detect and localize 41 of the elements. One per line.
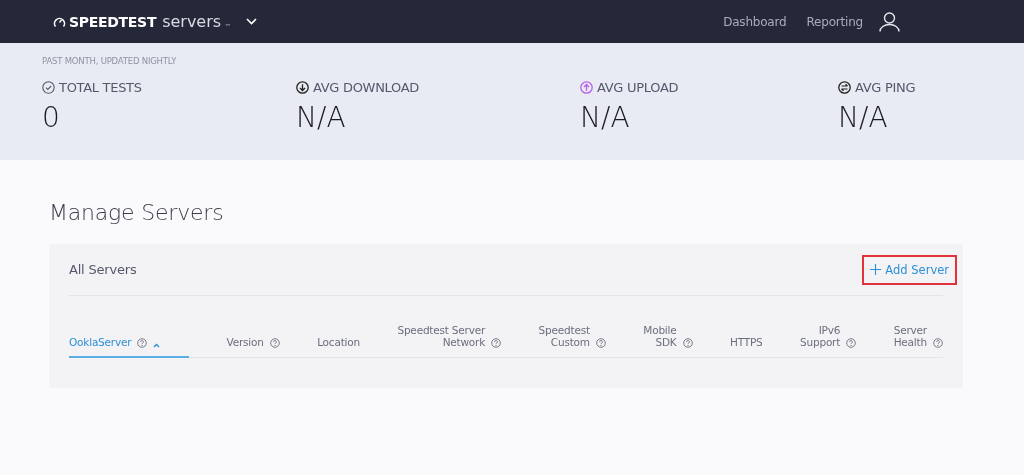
help-icon[interactable] xyxy=(269,338,280,348)
ping-icon xyxy=(838,81,851,94)
product-name: servers xyxy=(162,12,222,31)
stats-caption: PAST MONTH, UPDATED NIGHTLY xyxy=(42,56,178,66)
help-icon[interactable] xyxy=(491,338,502,348)
help-icon[interactable] xyxy=(137,338,148,348)
brand-name: SPEEDTEST xyxy=(69,13,157,30)
page-title: Manage Servers xyxy=(49,200,225,225)
stat-value: N/A xyxy=(296,101,346,134)
panel-title: All Servers xyxy=(69,262,137,277)
stat-label: AVG DOWNLOAD xyxy=(313,80,420,95)
arrow-down-circle-icon xyxy=(296,81,309,94)
stat-value: N/A xyxy=(838,101,888,134)
column-header[interactable]: HTTPS xyxy=(730,336,763,358)
chevron-down-icon[interactable] xyxy=(246,18,258,25)
column-header[interactable]: IPv6 Support xyxy=(800,324,857,358)
help-icon[interactable] xyxy=(682,338,693,348)
column-header[interactable]: Speedtest Server Network xyxy=(397,324,502,358)
column-header[interactable]: Version xyxy=(226,336,280,358)
gauge-icon xyxy=(53,15,66,28)
column-header[interactable]: Mobile SDK xyxy=(643,324,693,358)
stat-label: AVG UPLOAD xyxy=(597,80,679,95)
stat-label: AVG PING xyxy=(855,80,916,95)
plus-icon xyxy=(870,264,882,275)
add-server-button[interactable]: Add Server xyxy=(862,254,957,285)
column-header[interactable]: Server Health xyxy=(893,324,943,358)
stat-value: N/A xyxy=(580,101,630,134)
stat-label: TOTAL TESTS xyxy=(59,80,142,95)
help-icon[interactable] xyxy=(932,338,943,348)
help-icon[interactable] xyxy=(846,338,857,348)
user-icon[interactable] xyxy=(879,11,900,32)
caret-up-icon xyxy=(153,343,161,348)
nav-link[interactable]: Dashboard xyxy=(723,14,787,29)
help-icon[interactable] xyxy=(595,338,606,348)
arrow-up-circle-icon xyxy=(580,81,593,94)
column-header[interactable]: OoklaServer xyxy=(69,336,189,358)
stat-value: 0 xyxy=(42,101,60,134)
column-header[interactable]: Location xyxy=(317,336,360,358)
nav-link[interactable]: Reporting xyxy=(806,14,863,29)
check-circle-icon xyxy=(42,81,55,94)
column-header[interactable]: Speedtest Custom xyxy=(538,324,606,358)
